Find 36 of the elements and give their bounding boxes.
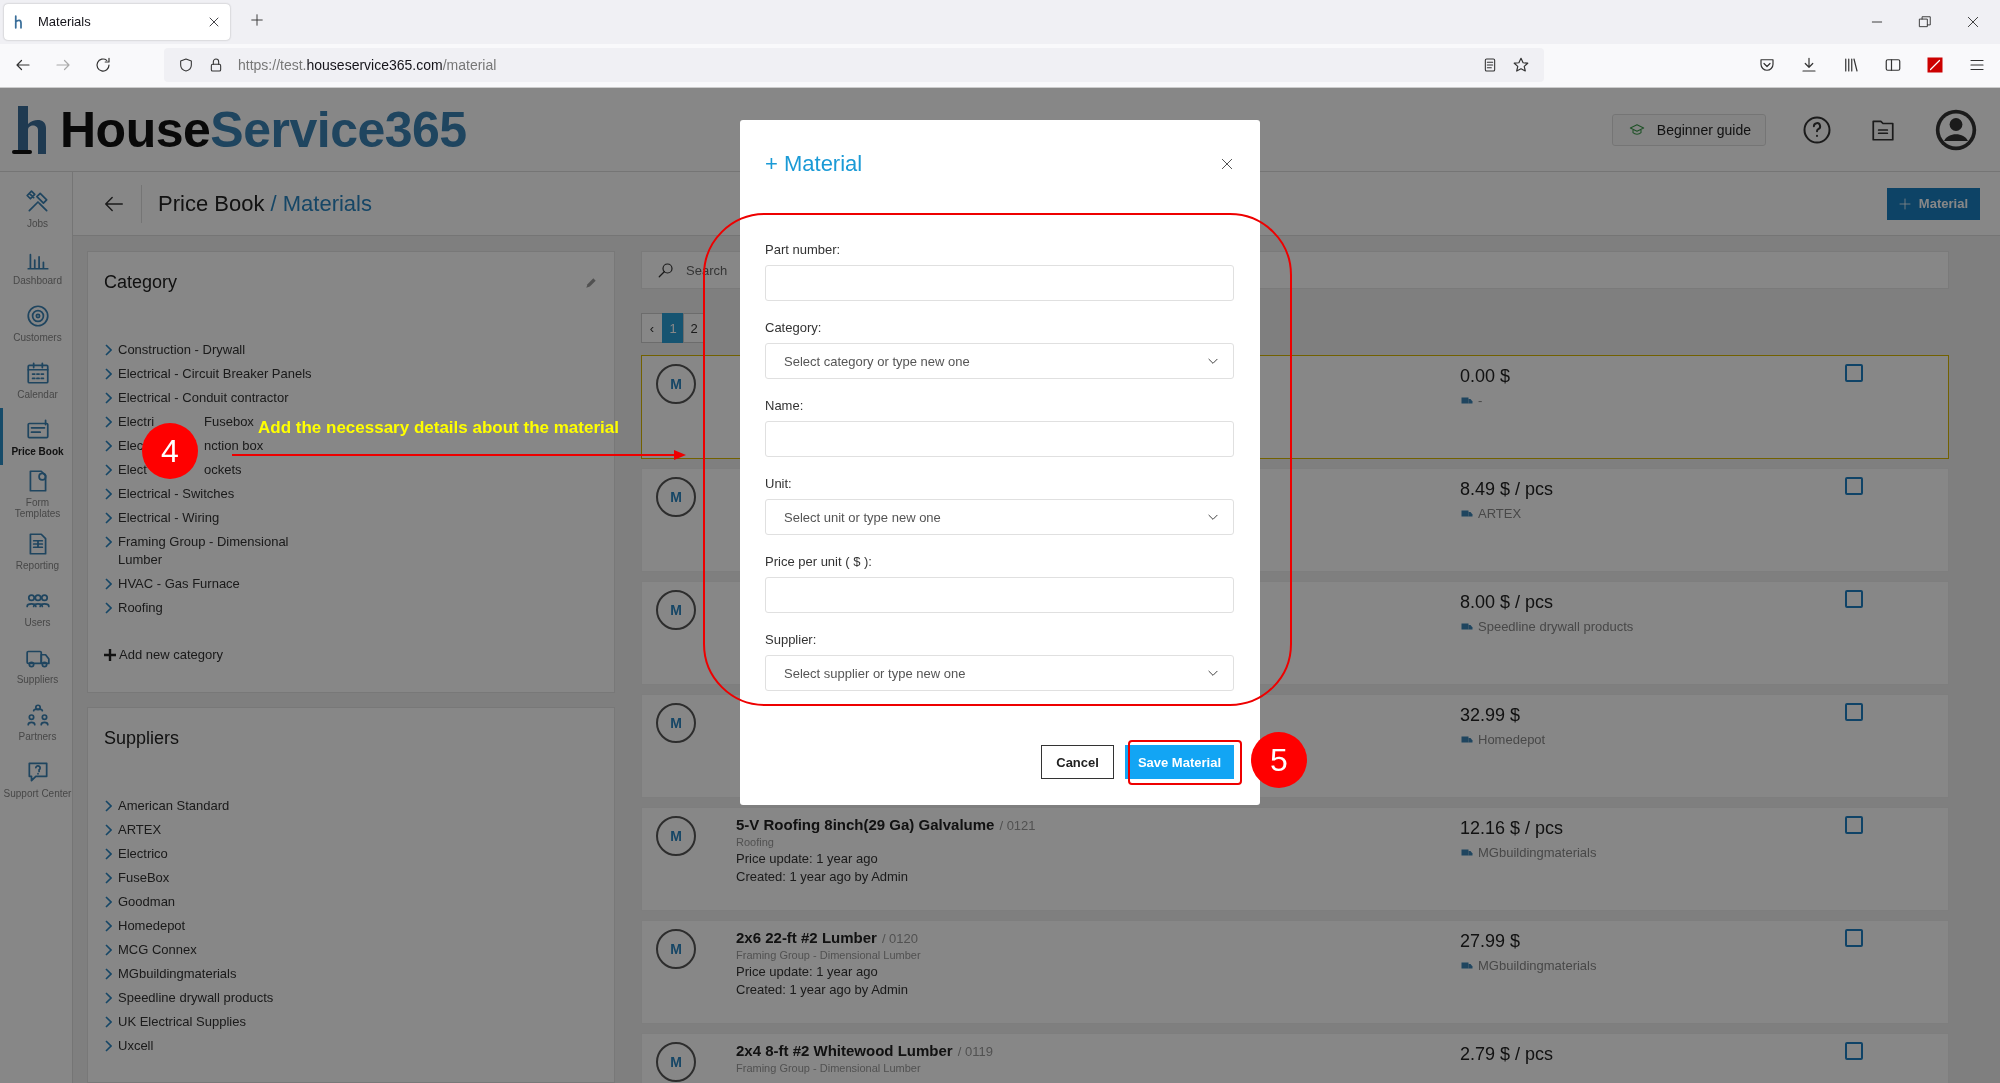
field-label: Unit:	[765, 476, 793, 491]
supplier-name: -	[1478, 393, 1483, 408]
material-price: 0.00 $	[1460, 366, 1512, 387]
avatar: M	[656, 816, 696, 856]
supplier-name: MGbuildingmaterials	[1478, 958, 1597, 973]
field-label: Name:	[765, 398, 805, 413]
callout-text: Add the necessary details about the material	[258, 418, 619, 438]
field-label: Category:	[765, 320, 823, 335]
material-price: 27.99 $	[1460, 931, 1522, 952]
avatar: M	[656, 929, 696, 969]
dialog-title: + Material	[765, 151, 863, 177]
created-text: Created: 1 year ago by Admin	[736, 982, 909, 997]
material-price: 8.00 $ / pcs	[1460, 592, 1555, 613]
avatar: M	[656, 477, 696, 517]
logo-text: HouseService365	[60, 100, 467, 159]
price-update-text: Price update: 1 year ago	[736, 964, 879, 979]
material-price: 32.99 $	[1460, 705, 1522, 726]
material-price: 12.16 $ / pcs	[1460, 818, 1565, 839]
supplier-name: ARTEX	[1478, 506, 1522, 521]
panel-title: Category	[104, 272, 178, 293]
supplier-name: Speedline drywall products	[1478, 619, 1634, 634]
field-label: Supplier:	[765, 632, 818, 647]
avatar: M	[656, 590, 696, 630]
supplier-name: MGbuildingmaterials	[1478, 845, 1597, 860]
avatar: M	[656, 703, 696, 743]
supplier-name: Homedepot	[1478, 732, 1546, 747]
breadcrumb: Price Book / Materials	[158, 190, 372, 217]
avatar: M	[656, 1042, 696, 1082]
field-label: Price per unit ( $ ):	[765, 554, 873, 569]
panel-title: Suppliers	[104, 728, 180, 749]
material-price: 2.79 $ / pcs	[1460, 1044, 1555, 1065]
created-text: Created: 1 year ago by Admin	[736, 869, 909, 884]
avatar: M	[656, 364, 696, 404]
url-text: https://test.houseservice365.com/material	[238, 57, 498, 74]
price-update-text: Price update: 1 year ago	[736, 851, 879, 866]
material-price: 8.49 $ / pcs	[1460, 479, 1555, 500]
